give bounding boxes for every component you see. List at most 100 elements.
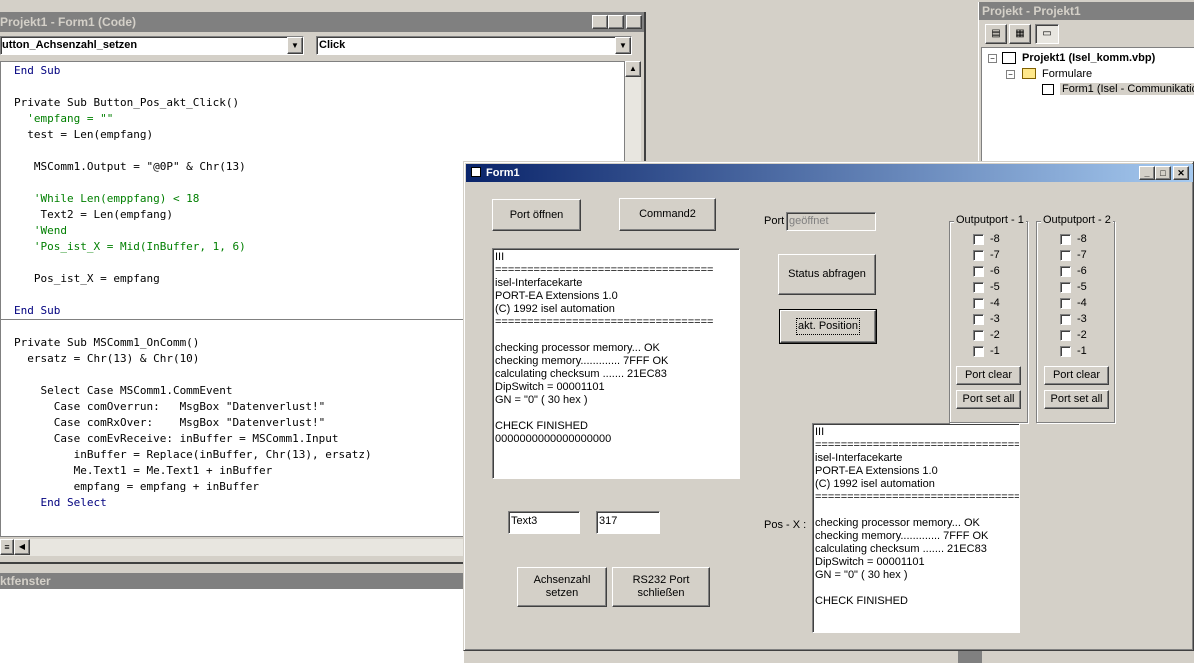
form1-title: Form1 — [486, 167, 520, 179]
bit-checkbox[interactable] — [1060, 250, 1071, 261]
view-object-button[interactable]: ▦ — [1009, 24, 1031, 44]
horizontal-scrollbar[interactable]: ≡ ◀ — [0, 539, 464, 556]
view-code-button[interactable]: ▤ — [985, 24, 1007, 44]
outputport-2-group: Outputport - 2 -8 -7 -6 -5 -4 -3 -2 -1 Port cle… — [1036, 214, 1115, 423]
code-line[interactable]: Private Sub MSComm1_OnComm() — [14, 335, 199, 351]
port-set-all-button-2[interactable]: Port set all — [1044, 390, 1109, 409]
output-line: checking processor memory... OK — [815, 517, 980, 529]
port-open-button[interactable]: Port öffnen — [492, 199, 581, 231]
code-line[interactable]: Select Case MSComm1.CommEvent — [14, 383, 232, 399]
minimize-button[interactable]: _ — [592, 15, 608, 29]
immediate-window-title: ktfenster — [0, 574, 51, 588]
rs232-close-button[interactable]: RS232 Port schließen — [612, 567, 710, 607]
bit-checkbox[interactable] — [973, 266, 984, 277]
procedure-combo[interactable]: Click ▼ — [316, 36, 632, 55]
port-set-all-button-1[interactable]: Port set all — [956, 390, 1021, 409]
code-line[interactable]: End Sub — [14, 63, 60, 79]
code-line[interactable]: Case comRxOver: MsgBox "Datenverlust!" — [14, 415, 326, 431]
maximize-button[interactable]: □ — [1155, 166, 1171, 180]
output-line: checking memory............. 7FFF OK — [815, 530, 989, 542]
outputport-1-group: Outputport - 1 -8 -7 -6 -5 -4 -3 -2 -1 Port cle… — [949, 214, 1028, 423]
bit-checkbox[interactable] — [1060, 330, 1071, 341]
port-clear-label: Port clear — [964, 369, 1013, 381]
code-line[interactable]: 'Pos_ist_X = Mid(InBuffer, 1, 6) — [14, 239, 246, 255]
folder-label[interactable]: Formulare — [1042, 68, 1092, 80]
pos-x-output[interactable]: III ================================== ise… — [812, 423, 1020, 633]
code-line[interactable]: ersatz = Chr(13) & Chr(10) — [14, 351, 199, 367]
bit-checkbox[interactable] — [973, 314, 984, 325]
code-line[interactable]: Text2 = Len(empfang) — [14, 207, 172, 223]
command2-button[interactable]: Command2 — [619, 198, 716, 231]
form1-window: Form1 _ □ ✕ Port öffnen Command2 Port : … — [463, 161, 1194, 651]
bit-label: -6 — [1077, 265, 1087, 277]
tree-collapse-icon[interactable]: − — [1006, 70, 1015, 79]
code-window-titlebar[interactable]: Projekt1 - Form1 (Code) _ □ ✕ — [0, 12, 644, 32]
bit-checkbox[interactable] — [1060, 346, 1071, 357]
output-line: III — [495, 251, 505, 263]
akt-position-button[interactable]: akt. Position — [779, 309, 877, 344]
bit-checkbox[interactable] — [1060, 282, 1071, 293]
form-item[interactable]: Form1 (Isel - Communikation — [1060, 83, 1194, 95]
form1-titlebar[interactable]: Form1 _ □ ✕ — [466, 164, 1193, 182]
output-line: 0000000000000000000 — [495, 433, 612, 445]
bit-checkbox[interactable] — [973, 250, 984, 261]
code-line[interactable]: Pos_ist_X = empfang — [14, 271, 160, 287]
bit-checkbox[interactable] — [973, 346, 984, 357]
bit-checkbox[interactable] — [1060, 298, 1071, 309]
immediate-window-titlebar[interactable]: ktfenster — [0, 573, 464, 589]
project-tree[interactable]: − Projekt1 (Isel_komm.vbp) − Formulare F… — [981, 47, 1194, 162]
scroll-up-button[interactable]: ▲ — [625, 61, 641, 77]
close-button[interactable]: ✕ — [626, 15, 642, 29]
code-line[interactable]: Me.Text1 = Me.Text1 + inBuffer — [14, 463, 273, 479]
achsenzahl-setzen-button[interactable]: Achsenzahl setzen — [517, 567, 607, 607]
port-clear-button-1[interactable]: Port clear — [956, 366, 1021, 385]
akt-position-label: akt. Position — [796, 318, 860, 335]
port-clear-button-2[interactable]: Port clear — [1044, 366, 1109, 385]
text1-output[interactable]: III ================================== ise… — [492, 248, 740, 479]
output-line: GN = "0" ( 30 hex ) — [815, 569, 908, 581]
code-line[interactable]: Case comEvReceive: inBuffer = MSComm1.In… — [14, 431, 339, 447]
bit-checkbox[interactable] — [973, 298, 984, 309]
project-explorer-title: Projekt - Projekt1 — [982, 4, 1081, 18]
code-line[interactable]: inBuffer = Replace(inBuffer, Chr(13), er… — [14, 447, 372, 463]
code-line[interactable]: Case comOverrun: MsgBox "Datenverlust!" — [14, 399, 326, 415]
text3-field[interactable]: Text3 — [508, 511, 580, 534]
pos-x-label: Pos - X : — [764, 519, 807, 531]
maximize-button[interactable]: □ — [608, 15, 624, 29]
chevron-down-icon[interactable]: ▼ — [287, 37, 303, 54]
minimize-button[interactable]: _ — [1139, 166, 1155, 180]
code-line[interactable]: 'Wend — [14, 223, 67, 239]
output-line: PORT-EA Extensions 1.0 — [815, 465, 938, 477]
close-button[interactable]: ✕ — [1173, 166, 1189, 180]
status-query-button[interactable]: Status abfragen — [778, 254, 876, 295]
immediate-window-body[interactable] — [0, 589, 464, 663]
bit-checkbox[interactable] — [1060, 314, 1071, 325]
code-line[interactable]: Private Sub Button_Pos_akt_Click() — [14, 95, 239, 111]
code-line[interactable]: 'empfang = "" — [14, 111, 113, 127]
bit-checkbox[interactable] — [973, 282, 984, 293]
code-line[interactable]: 'While Len(emppfang) < 18 — [14, 191, 200, 207]
code-line[interactable]: MSComm1.Output = "@0P" & Chr(13) — [14, 159, 246, 175]
scroll-left-button[interactable]: ◀ — [14, 539, 30, 555]
code-line[interactable]: End Sub — [14, 303, 60, 319]
code-window-title: Projekt1 - Form1 (Code) — [0, 15, 137, 29]
text2-field[interactable]: 317 — [596, 511, 660, 534]
bit-checkbox[interactable] — [973, 330, 984, 341]
object-combo[interactable]: utton_Achsenzahl_setzen ▼ — [0, 36, 304, 55]
code-line[interactable]: End Select — [14, 495, 106, 511]
code-line[interactable]: empfang = empfang + inBuffer — [14, 479, 259, 495]
bit-label: -2 — [990, 329, 1000, 341]
bit-checkbox[interactable] — [973, 234, 984, 245]
chevron-down-icon[interactable]: ▼ — [615, 37, 631, 54]
bit-checkbox[interactable] — [1060, 234, 1071, 245]
toggle-folders-button[interactable]: ▭ — [1035, 24, 1059, 44]
bit-checkbox[interactable] — [1060, 266, 1071, 277]
tree-collapse-icon[interactable]: − — [988, 54, 997, 63]
code-line[interactable]: test = Len(empfang) — [14, 127, 153, 143]
procedure-view-icon[interactable]: ≡ — [0, 539, 14, 555]
project-explorer-titlebar[interactable]: Projekt - Projekt1 — [979, 2, 1194, 20]
project-root[interactable]: Projekt1 (Isel_komm.vbp) — [1022, 52, 1155, 64]
